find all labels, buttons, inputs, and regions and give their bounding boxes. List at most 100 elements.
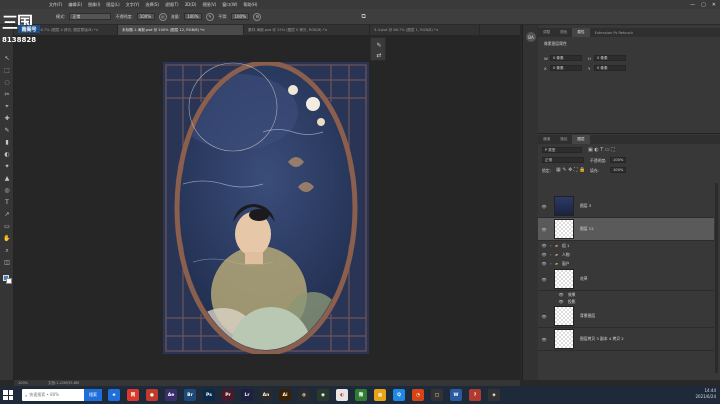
panel-tab[interactable]: 调整 <box>538 28 555 37</box>
misc-icon[interactable]: ◈ <box>488 389 500 401</box>
swap-icon[interactable]: ⇄ <box>375 51 383 59</box>
close-tab-icon[interactable]: × <box>202 28 205 32</box>
zoom-icon[interactable]: ⌕ <box>3 247 11 254</box>
help-icon[interactable]: ? <box>469 389 481 401</box>
layer-row[interactable]: 👁 图层 3 <box>538 195 714 218</box>
filter-icons[interactable]: ▣ ◐ T ▭ ⛶ <box>588 147 615 153</box>
menu-item[interactable]: 图层(L) <box>103 2 122 8</box>
smooth-field[interactable]: 100% <box>231 13 250 20</box>
panel-tab[interactable]: 路径 <box>555 135 572 144</box>
layer-filter-select[interactable]: P 类型 <box>542 147 582 153</box>
w-field[interactable]: 0 像素 <box>550 55 582 61</box>
menu-item[interactable]: 选择(S) <box>142 2 162 8</box>
document-tab[interactable]: 素材-海报.psd @ 25% (图层 0 拷贝, RGB/8) * × <box>244 25 370 35</box>
path-select-icon[interactable]: ↗ <box>3 211 11 218</box>
panel-tab[interactable]: 属性 <box>572 28 590 37</box>
type-icon[interactable]: T <box>3 199 11 206</box>
minimize-icon[interactable]: — <box>690 2 695 8</box>
animate-icon[interactable]: An <box>260 389 272 401</box>
visibility-eye-icon[interactable]: 👁 <box>541 252 547 258</box>
libraries-icon[interactable]: BA <box>526 32 536 42</box>
photoshop-icon[interactable]: Ps <box>203 389 215 401</box>
y-field[interactable]: 0 像素 <box>594 65 626 71</box>
panel-tab[interactable]: 通道 <box>538 135 555 144</box>
wechat-icon[interactable]: 微 <box>355 389 367 401</box>
document-canvas[interactable] <box>163 62 369 354</box>
brush-icon[interactable]: ✎ <box>375 41 383 49</box>
qq-icon[interactable]: Q <box>393 389 405 401</box>
visibility-eye-icon[interactable]: 👁 <box>541 276 547 282</box>
menu-item[interactable]: 文件(F) <box>46 2 65 8</box>
move-icon[interactable]: ↖ <box>3 55 11 62</box>
crop-icon[interactable]: ✂ <box>3 91 11 98</box>
davinci-icon[interactable]: ◍ <box>298 389 310 401</box>
shape-icon[interactable]: ▭ <box>3 223 11 230</box>
menu-item[interactable]: 帮助(H) <box>240 2 260 8</box>
layer-group[interactable]: 👁 › ▰ 人物 <box>538 250 714 259</box>
menu-item[interactable]: 3D(D) <box>182 2 200 7</box>
hand-icon[interactable]: ✋ <box>3 235 11 242</box>
flow-field[interactable]: 100% <box>184 13 203 20</box>
ie-icon[interactable]: e <box>108 389 120 401</box>
layer-row[interactable]: 👁 花草 <box>538 268 714 291</box>
visibility-eye-icon[interactable]: 👁 <box>541 203 547 209</box>
windows-start-icon[interactable] <box>3 390 13 400</box>
chevron-right-icon[interactable]: › <box>550 243 552 248</box>
after-effects-icon[interactable]: Ae <box>165 389 177 401</box>
terminal-icon[interactable]: □ <box>431 389 443 401</box>
panel-tab[interactable]: Extension Ps Retouch <box>590 28 639 37</box>
record-icon[interactable]: ● <box>146 389 158 401</box>
close-tab-icon[interactable]: × <box>324 28 327 32</box>
airbrush-icon[interactable]: ✎ <box>206 12 215 21</box>
visibility-eye-icon[interactable]: 👁 <box>541 313 547 319</box>
gradient-icon[interactable]: ▲ <box>3 175 11 182</box>
chevron-right-icon[interactable]: › <box>550 252 552 257</box>
layer-row[interactable]: 👁 背景图层 <box>538 305 714 328</box>
layer-group[interactable]: 👁 › ▰ 组 1 <box>538 241 714 250</box>
panel-tab[interactable]: 图层 <box>572 135 590 144</box>
zoom-readout[interactable]: 100% <box>18 381 28 385</box>
pressure-opacity-icon[interactable]: ◎ <box>158 12 167 21</box>
layer-row[interactable]: 👁 图层 12 <box>538 218 714 241</box>
x-field[interactable]: 0 像素 <box>550 65 582 71</box>
opacity-field[interactable]: 100% <box>136 13 155 20</box>
eyedropper-icon[interactable]: ⌖ <box>3 103 11 110</box>
obs-icon[interactable]: ◉ <box>317 389 329 401</box>
h-field[interactable]: 0 像素 <box>594 55 626 61</box>
firefox-icon[interactable]: ◔ <box>412 389 424 401</box>
screen-mode-icon[interactable]: ◫ <box>3 259 11 266</box>
close-icon[interactable]: ✕ <box>712 2 716 8</box>
brush-icon[interactable]: ✎ <box>3 127 11 134</box>
dodge-icon[interactable]: ◎ <box>3 187 11 194</box>
menu-item[interactable]: 文字(Y) <box>123 2 143 8</box>
lasso-icon[interactable]: ◌ <box>3 79 11 86</box>
gear-icon[interactable]: ⚙ <box>253 12 262 21</box>
layers-scrollbar[interactable] <box>715 183 718 373</box>
layer-group[interactable]: 👁 › ▰ 窗户 <box>538 259 714 268</box>
panel-tab[interactable]: 颜色 <box>555 28 572 37</box>
mode-select[interactable]: 正常 <box>69 13 112 20</box>
history-brush-icon[interactable]: ◐ <box>3 151 11 158</box>
stamp-icon[interactable]: ▮ <box>3 139 11 146</box>
visibility-eye-icon[interactable]: 👁 <box>558 292 564 298</box>
chrome-icon[interactable]: ◐ <box>336 389 348 401</box>
layer-opacity-field[interactable]: 100% <box>610 157 626 163</box>
visibility-eye-icon[interactable]: 👁 <box>558 299 564 305</box>
chevron-right-icon[interactable]: › <box>550 261 552 266</box>
layer-row[interactable]: 👁 图层拷贝 3 副本 4 拷贝 2 <box>538 328 714 351</box>
lock-icons[interactable]: ▦ ✎ ✥ ⛶ 🔒 <box>556 167 585 173</box>
close-tab-icon[interactable]: × <box>96 28 99 32</box>
layer-effect[interactable]: 👁 效果 <box>538 291 714 298</box>
netease-icon[interactable]: 网 <box>127 389 139 401</box>
document-tab[interactable]: 3-4.psd @ 66.7% (图层 1, RGB/8) * × <box>370 25 480 35</box>
menu-item[interactable]: 视图(V) <box>199 2 219 8</box>
fill-field[interactable]: 100% <box>610 167 626 173</box>
bridge-icon[interactable]: Br <box>184 389 196 401</box>
menu-item[interactable]: 窗口(W) <box>219 2 240 8</box>
visibility-eye-icon[interactable]: 👁 <box>541 226 547 232</box>
illustrator-icon[interactable]: Ai <box>279 389 291 401</box>
menu-item[interactable]: 编辑(E) <box>65 2 85 8</box>
word-icon[interactable]: W <box>450 389 462 401</box>
healing-icon[interactable]: ✚ <box>3 115 11 122</box>
visibility-eye-icon[interactable]: 👁 <box>541 336 547 342</box>
